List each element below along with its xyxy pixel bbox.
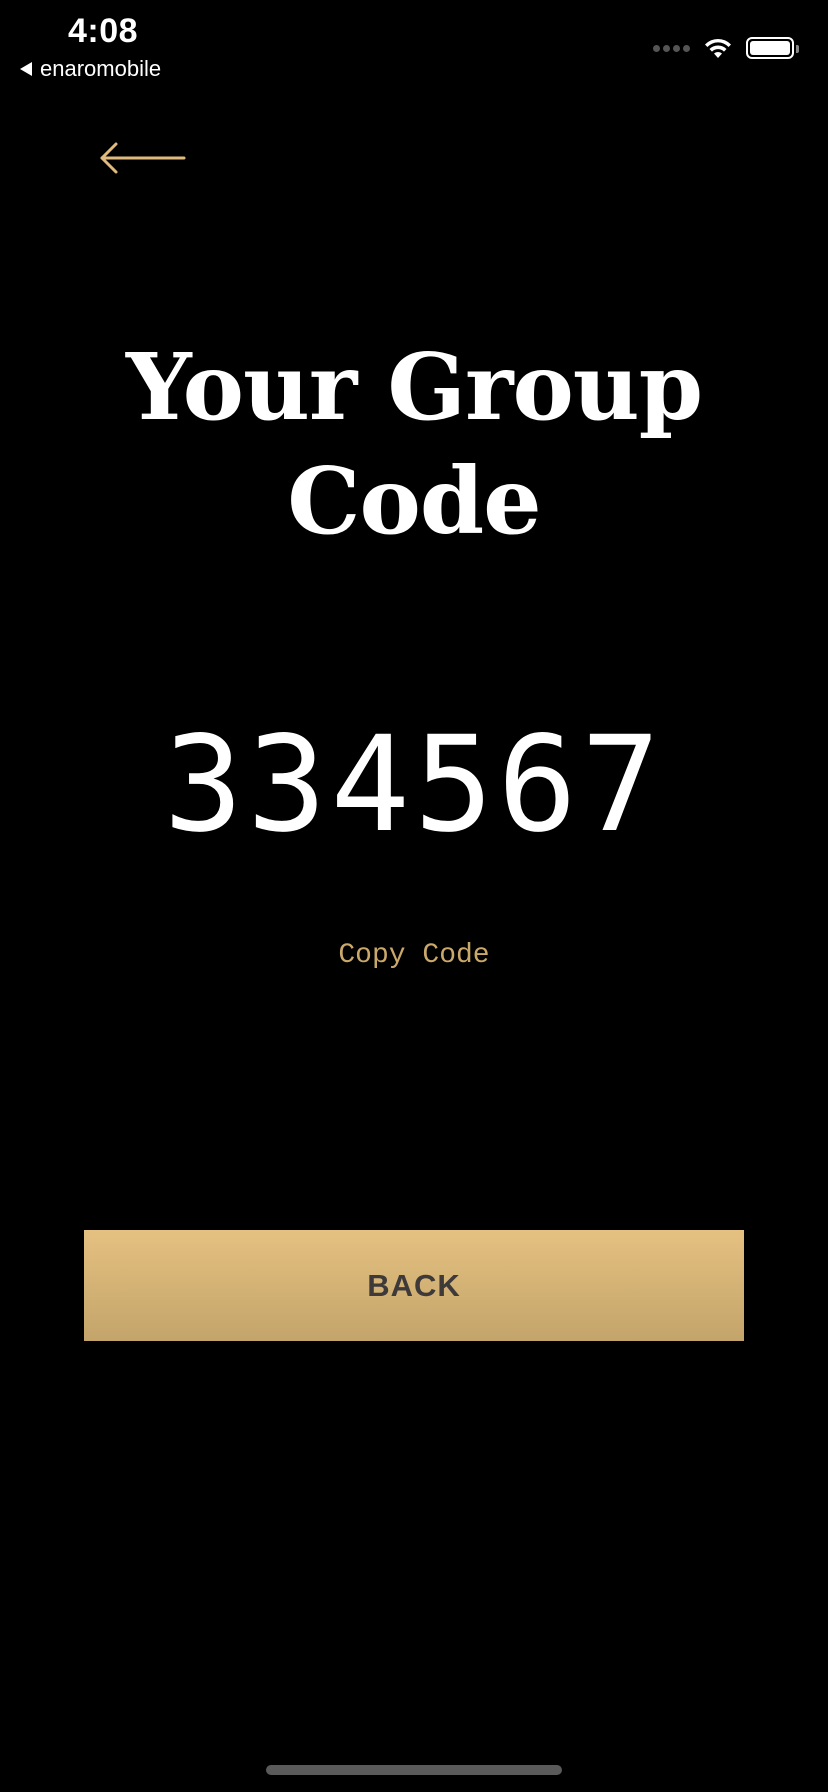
battery-icon bbox=[746, 37, 799, 59]
home-indicator[interactable] bbox=[266, 1765, 562, 1775]
status-time: 4:08 bbox=[68, 12, 139, 50]
status-icons bbox=[653, 36, 799, 60]
page-title-line1: Your Group bbox=[125, 333, 703, 441]
cellular-signal-icon bbox=[653, 44, 690, 52]
nav-back-button[interactable] bbox=[98, 140, 186, 180]
wifi-icon bbox=[705, 38, 731, 58]
page-title: Your Group Code bbox=[0, 330, 828, 558]
arrow-left-icon bbox=[100, 142, 186, 174]
page-title-line2: Code bbox=[287, 447, 541, 555]
back-button-label: BACK bbox=[367, 1267, 461, 1303]
copy-code-button[interactable]: Copy Code bbox=[0, 940, 828, 971]
back-button[interactable]: BACK bbox=[84, 1230, 744, 1341]
back-to-app-link[interactable]: enaromobile bbox=[20, 56, 161, 82]
back-app-label: enaromobile bbox=[40, 56, 162, 81]
group-code-value: 334567 bbox=[163, 708, 665, 862]
back-triangle-icon bbox=[20, 62, 32, 76]
